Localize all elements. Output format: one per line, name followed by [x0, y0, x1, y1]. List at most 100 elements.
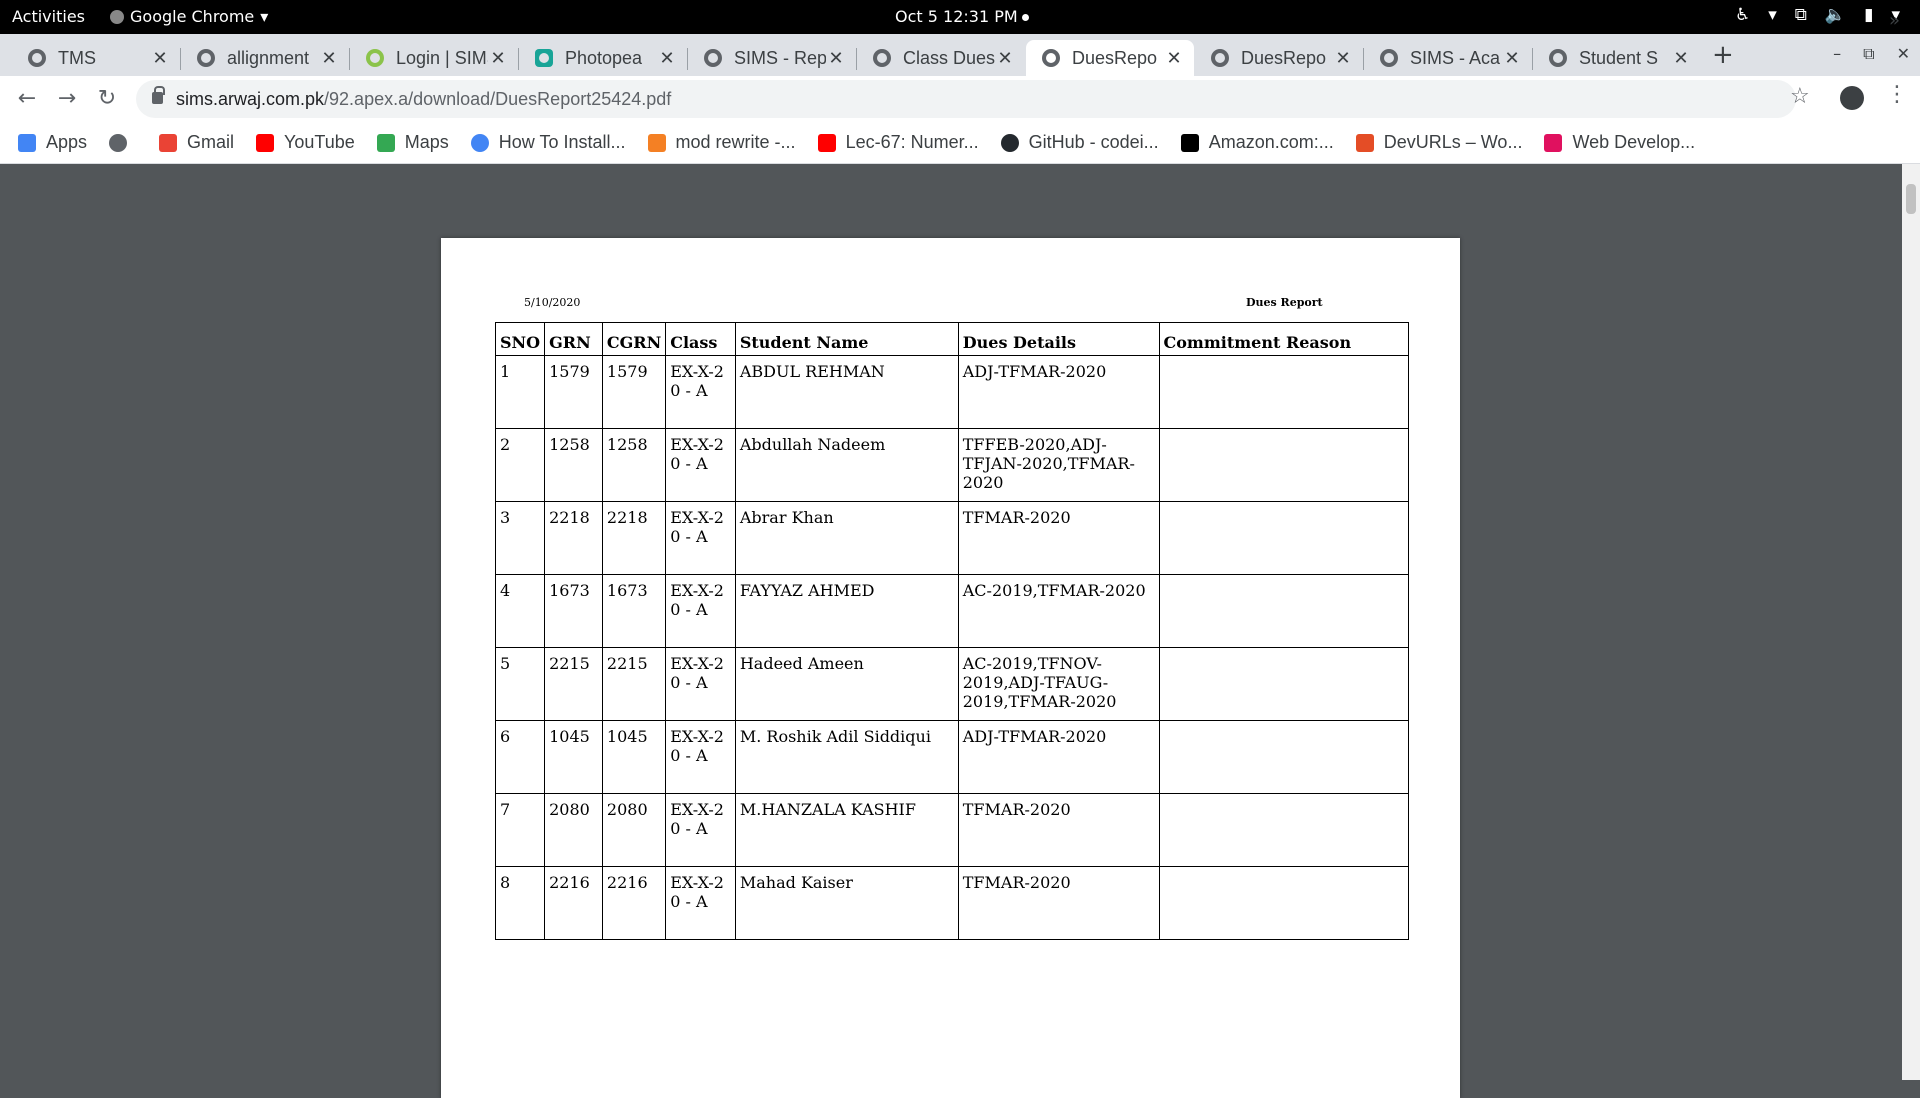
- forward-arrow-icon[interactable]: →: [52, 84, 82, 114]
- close-icon[interactable]: ✕: [657, 48, 677, 69]
- close-icon[interactable]: ✕: [150, 48, 170, 69]
- profile-avatar[interactable]: [1840, 86, 1864, 110]
- cell-reason: [1158, 355, 1409, 429]
- address-bar[interactable]: sims.arwaj.com.pk/92.apex.a/download/Due…: [136, 80, 1796, 118]
- cell-cgrn: 2080: [601, 793, 667, 867]
- accessibility-icon[interactable]: ♿: [1735, 5, 1750, 25]
- globe-icon: [1380, 49, 1398, 67]
- close-icon[interactable]: ✕: [1164, 48, 1184, 69]
- cell-reason: [1158, 501, 1409, 575]
- close-icon[interactable]: ✕: [488, 48, 508, 69]
- bookmark-item[interactable]: [109, 133, 137, 152]
- system-tray[interactable]: ♿ ▾ ⧉ 🔈 ▮ ▾: [1735, 5, 1900, 25]
- bookmark-label: Apps: [46, 132, 88, 152]
- cell-sno: 8: [494, 866, 546, 940]
- network-icon[interactable]: ⧉: [1795, 5, 1807, 25]
- cell-class: EX-X-20 - A: [665, 574, 736, 648]
- tab-tms[interactable]: TMS ✕: [12, 40, 180, 76]
- battery-icon[interactable]: ▮: [1864, 5, 1873, 25]
- cell-name: M. Roshik Adil Siddiqui: [734, 720, 959, 794]
- tab-duesreport-active[interactable]: DuesRepo ✕: [1026, 40, 1194, 76]
- close-icon[interactable]: ✕: [1333, 48, 1353, 69]
- cell-sno: 5: [494, 647, 546, 721]
- close-window-icon[interactable]: ✕: [1897, 44, 1910, 64]
- bookmark-item[interactable]: DevURLs – Wo...: [1355, 132, 1522, 153]
- table-row: 7 2080 2080 EX-X-20 - A M.HANZALA KASHIF TFMA…: [494, 793, 1409, 867]
- maps-pin-icon: [376, 133, 395, 152]
- reload-icon[interactable]: ↻: [92, 84, 122, 114]
- cell-dues: TFMAR-2020: [957, 866, 1160, 940]
- cell-reason: [1158, 720, 1409, 794]
- volume-icon[interactable]: 🔈: [1825, 5, 1846, 25]
- close-icon[interactable]: ✕: [995, 48, 1015, 69]
- cell-cgrn: 1258: [601, 428, 667, 502]
- minimize-icon[interactable]: –: [1833, 44, 1841, 64]
- tab-label: DuesRepo: [1241, 47, 1327, 68]
- table-row: 1 1579 1579 EX-X-20 - A ABDUL REHMAN ADJ-TFMA…: [494, 355, 1409, 429]
- bookmark-item[interactable]: GitHub - codei...: [1000, 132, 1159, 153]
- bookmark-item[interactable]: mod rewrite -...: [647, 132, 796, 153]
- activities-button[interactable]: Activities: [12, 7, 85, 26]
- bookmark-item[interactable]: YouTube: [256, 132, 355, 153]
- bookmarks-overflow-icon[interactable]: »: [1889, 10, 1900, 31]
- cell-name: Hadeed Ameen: [734, 647, 959, 721]
- tab-sims-academic[interactable]: SIMS - Aca ✕: [1364, 40, 1532, 76]
- table-row: 6 1045 1045 EX-X-20 - A M. Roshik Adil Siddi…: [494, 720, 1409, 794]
- cell-name: Abdullah Nadeem: [734, 428, 959, 502]
- youtube-icon: [817, 133, 836, 152]
- close-icon[interactable]: ✕: [319, 48, 339, 69]
- pdf-viewer[interactable]: 5/10/2020 Dues Report SNO GRN CGRN Class Stu…: [0, 164, 1920, 1098]
- bookmark-item[interactable]: Web Develop...: [1544, 132, 1695, 153]
- bookmark-item[interactable]: How To Install...: [470, 132, 626, 153]
- stack-icon: [647, 133, 666, 152]
- app-menu[interactable]: Google Chrome ▾: [110, 7, 268, 26]
- tab-sims-report[interactable]: SIMS - Rep ✕: [688, 40, 856, 76]
- cell-dues: TFMAR-2020: [957, 793, 1160, 867]
- back-arrow-icon[interactable]: ←: [12, 84, 42, 114]
- clock[interactable]: Oct 5 12:31 PM: [895, 7, 1029, 26]
- cell-cgrn: 1673: [601, 574, 667, 648]
- tab-login-sims[interactable]: Login | SIMS ✕: [350, 40, 518, 76]
- new-tab-button[interactable]: +: [1712, 40, 1734, 70]
- bookmark-star-icon[interactable]: ☆: [1790, 84, 1810, 109]
- column-header: GRN: [544, 322, 603, 356]
- kebab-menu-icon[interactable]: ⋮: [1886, 82, 1908, 107]
- table-row: 3 2218 2218 EX-X-20 - A Abrar Khan TFMAR-2020: [494, 501, 1409, 575]
- scrollbar-thumb[interactable]: [1906, 184, 1916, 214]
- dues-table: SNO GRN CGRN Class Student Name Dues Details C…: [494, 322, 1409, 940]
- table-header-row: SNO GRN CGRN Class Student Name Dues Details C…: [494, 322, 1409, 356]
- cell-grn: 2218: [544, 501, 603, 575]
- bookmark-item[interactable]: Lec-67: Numer...: [817, 132, 979, 153]
- vertical-scrollbar[interactable]: [1902, 164, 1920, 1080]
- tab-photopea[interactable]: Photopea ✕: [519, 40, 687, 76]
- tab-student[interactable]: Student S ✕: [1533, 40, 1701, 76]
- app-name: Google Chrome: [130, 7, 255, 26]
- devurls-icon: [1355, 133, 1374, 152]
- cell-name: ABDUL REHMAN: [734, 355, 959, 429]
- bookmark-item[interactable]: Amazon.com:...: [1180, 132, 1334, 153]
- close-icon[interactable]: ✕: [1502, 48, 1522, 69]
- tab-label: Photopea: [565, 47, 643, 68]
- bookmark-label: Gmail: [187, 132, 235, 152]
- tab-class-dues[interactable]: Class Dues ✕: [857, 40, 1025, 76]
- cell-class: EX-X-20 - A: [665, 355, 736, 429]
- cell-reason: [1158, 866, 1409, 940]
- cell-sno: 3: [494, 501, 546, 575]
- bookmark-item[interactable]: Gmail: [159, 132, 234, 153]
- close-icon[interactable]: ✕: [826, 48, 846, 69]
- bookmark-item[interactable]: Apps: [18, 132, 87, 153]
- close-icon[interactable]: ✕: [1671, 48, 1691, 69]
- globe-icon: [28, 49, 46, 67]
- cell-sno: 7: [494, 793, 546, 867]
- tab-duesreport[interactable]: DuesRepo ✕: [1195, 40, 1363, 76]
- cell-grn: 1673: [544, 574, 603, 648]
- restore-icon[interactable]: ⧉: [1863, 44, 1874, 64]
- amazon-icon: [1180, 133, 1199, 152]
- tab-allignment[interactable]: allignment ✕: [181, 40, 349, 76]
- cell-dues: ADJ-TFMAR-2020: [957, 355, 1160, 429]
- cell-cgrn: 2218: [601, 501, 667, 575]
- gmail-icon: [159, 133, 178, 152]
- lock-icon[interactable]: [152, 86, 165, 104]
- url-host: sims.arwaj.com.pk: [176, 89, 325, 109]
- bookmark-item[interactable]: Maps: [376, 132, 449, 153]
